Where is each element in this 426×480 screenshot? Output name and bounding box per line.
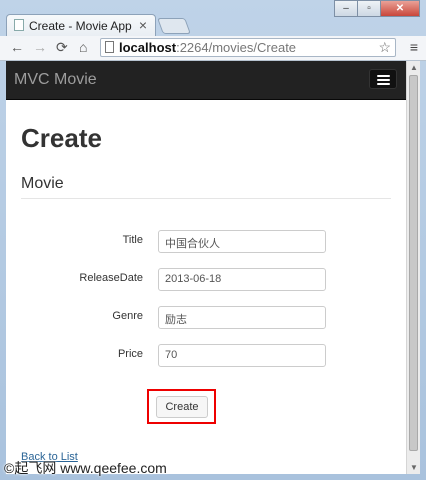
hamburger-bar: [377, 83, 390, 85]
url-text: localhost:2264/movies/Create: [119, 40, 297, 55]
window-controls: – ▫ ✕: [334, 0, 420, 18]
form-subheading: Movie: [21, 175, 64, 192]
browser-tab[interactable]: Create - Movie App ×: [6, 14, 156, 36]
genre-label: Genre: [112, 310, 143, 322]
form-row-genre: Genre 励志: [6, 306, 406, 330]
genre-input[interactable]: 励志: [158, 306, 326, 329]
hamburger-bar: [377, 79, 390, 81]
tab-close-icon[interactable]: ×: [139, 17, 147, 33]
maximize-button[interactable]: ▫: [357, 0, 381, 17]
page-favicon-icon: [14, 19, 24, 31]
tab-title: Create - Movie App: [29, 19, 132, 33]
brand-link[interactable]: MVC Movie: [14, 71, 97, 89]
tab-strip: Create - Movie App × – ▫ ✕: [0, 0, 426, 36]
title-label: Title: [122, 234, 143, 246]
watermark: ©起飞网 www.qeefee.com: [4, 460, 167, 476]
form-row-price: Price 70: [6, 344, 406, 368]
scrollbar-thumb[interactable]: [409, 75, 418, 451]
home-icon[interactable]: ⌂: [79, 39, 87, 55]
address-bar[interactable]: localhost:2264/movies/Create ☆: [100, 38, 396, 57]
hamburger-bar: [377, 75, 390, 77]
site-navbar: MVC Movie: [6, 61, 406, 100]
close-window-button[interactable]: ✕: [380, 0, 420, 17]
form-row-releasedate: ReleaseDate 2013-06-18: [6, 268, 406, 292]
divider: [21, 198, 391, 199]
form-row-title: Title 中国合伙人: [6, 230, 406, 254]
navbar-toggle-button[interactable]: [369, 69, 397, 89]
releasedate-label: ReleaseDate: [79, 272, 143, 284]
scroll-down-icon[interactable]: ▼: [410, 463, 418, 472]
minimize-button[interactable]: –: [334, 0, 358, 17]
back-arrow-icon[interactable]: ←: [10, 39, 24, 55]
page-viewport: MVC Movie Create Movie Title 中国合伙人 Relea…: [6, 61, 406, 474]
price-label: Price: [117, 348, 143, 360]
vertical-scrollbar[interactable]: ▲ ▼: [406, 61, 420, 474]
forward-arrow-icon[interactable]: →: [33, 39, 47, 55]
browser-toolbar: ← → ⟳ ⌂ localhost:2264/movies/Create ☆ ≡: [0, 36, 426, 61]
menu-icon[interactable]: ≡: [410, 39, 418, 55]
price-input[interactable]: 70: [158, 344, 326, 367]
reload-icon[interactable]: ⟳: [56, 39, 68, 56]
title-input[interactable]: 中国合伙人: [158, 230, 326, 253]
star-icon[interactable]: ☆: [378, 39, 391, 56]
scroll-up-icon[interactable]: ▲: [410, 63, 418, 72]
page-icon: [105, 41, 114, 53]
releasedate-input[interactable]: 2013-06-18: [158, 268, 326, 291]
page-title: Create: [21, 123, 102, 153]
browser-window: Create - Movie App × – ▫ ✕ ← → ⟳ ⌂ local…: [0, 0, 426, 480]
new-tab-button[interactable]: [157, 18, 191, 34]
create-button[interactable]: Create: [156, 396, 208, 418]
